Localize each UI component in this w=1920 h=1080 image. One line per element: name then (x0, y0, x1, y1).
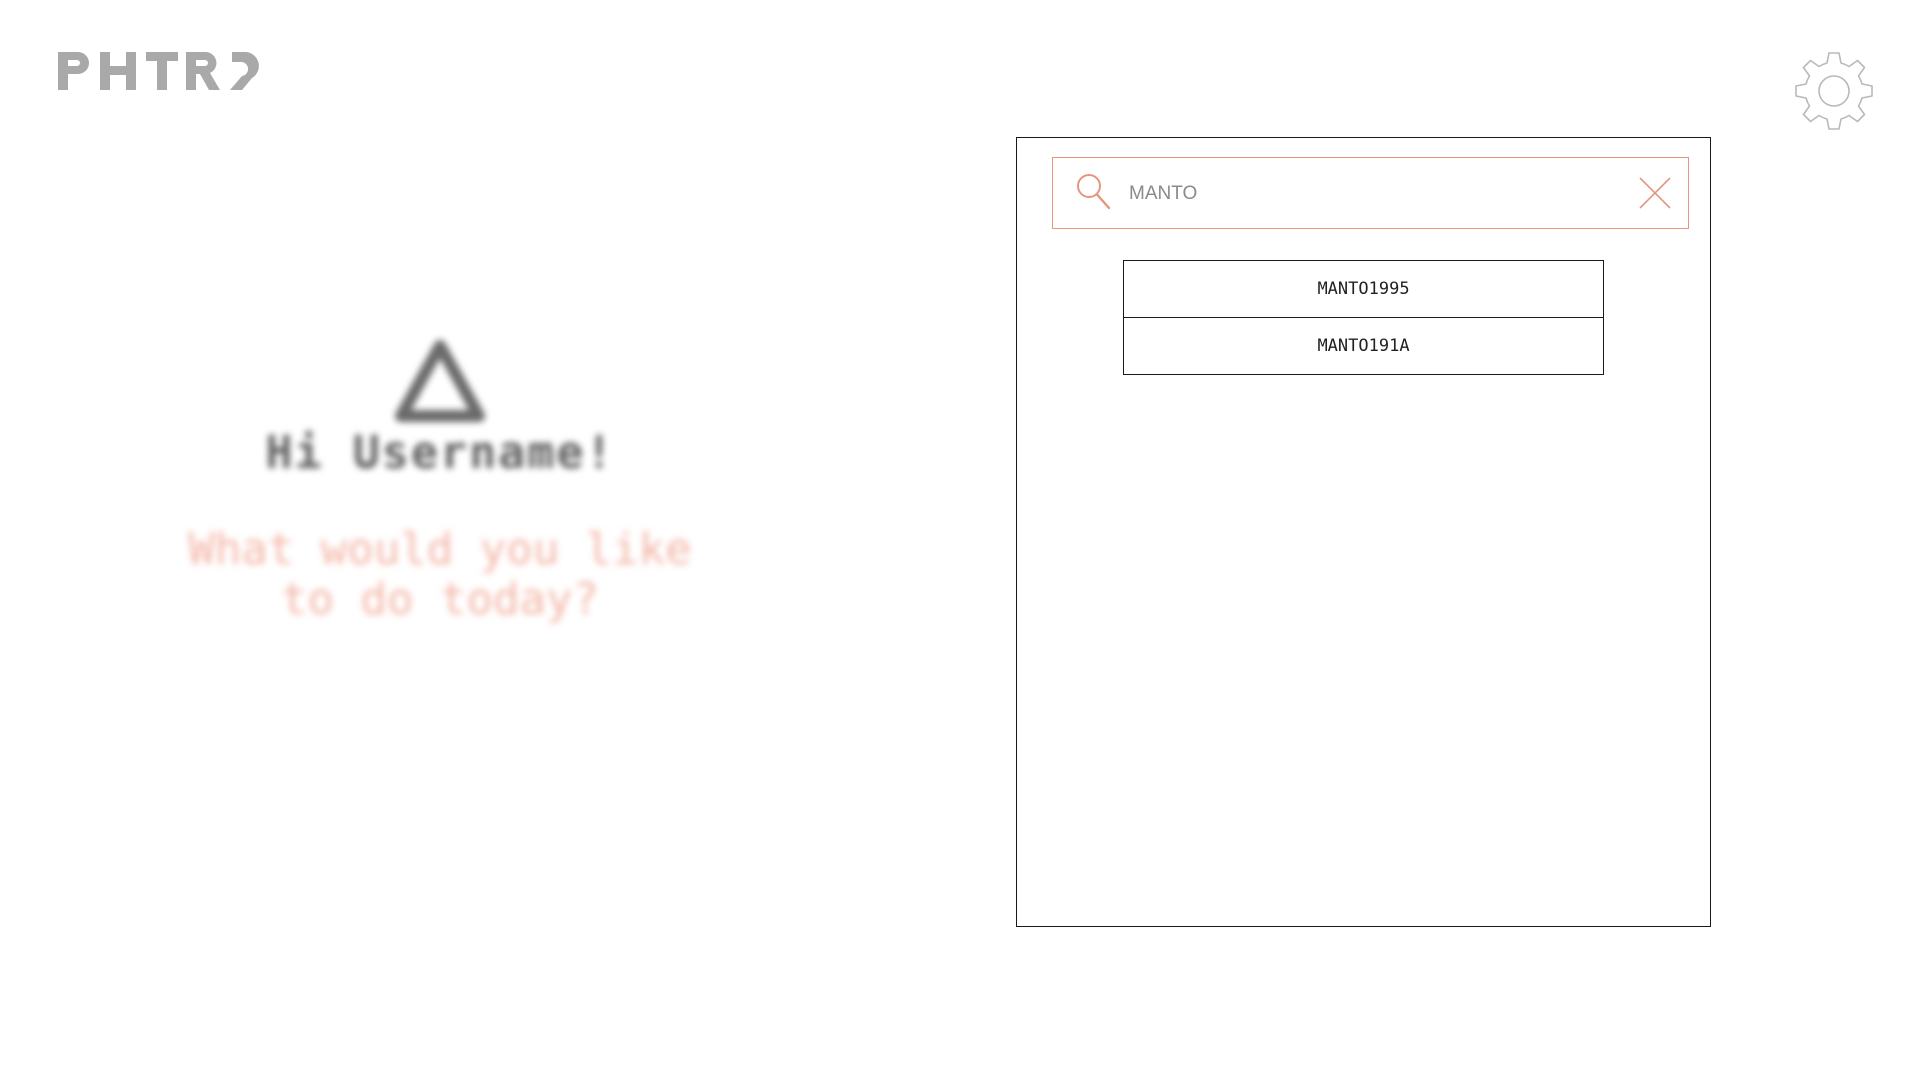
search-input[interactable] (1129, 172, 1589, 216)
greeting-title: Hi Username! (265, 426, 615, 479)
greeting-section: Hi Username! What would you like to do t… (150, 340, 730, 625)
search-result-item[interactable]: MANTO191A (1123, 318, 1604, 375)
logo-graphic (58, 52, 259, 90)
search-result-item[interactable]: MANTO1995 (1123, 260, 1604, 318)
search-panel: MANTO1995 MANTO191A (1016, 137, 1711, 927)
logo-text: PHTRS (58, 94, 59, 95)
phtrs-logo: PHTRS (58, 48, 260, 94)
search-results-list: MANTO1995 MANTO191A (1123, 260, 1604, 375)
greeting-question: What would you like to do today? (188, 524, 692, 625)
settings-button[interactable] (1794, 51, 1874, 131)
triangle-warning-icon (395, 340, 485, 422)
search-bar (1052, 157, 1689, 229)
close-icon[interactable] (1637, 175, 1673, 211)
gear-icon (1795, 52, 1873, 130)
search-icon (1077, 174, 1111, 210)
